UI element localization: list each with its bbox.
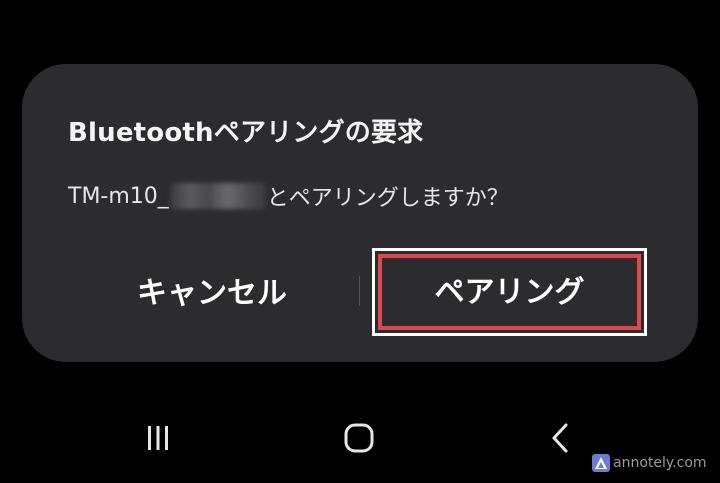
watermark-text: annotely.com xyxy=(613,455,707,471)
screen: Bluetoothペアリングの要求 TM-m10_ とペアリングしますか？ キャ… xyxy=(0,0,720,483)
message-question: とペアリングしますか？ xyxy=(266,186,509,211)
button-divider xyxy=(359,276,360,306)
recent-apps-icon xyxy=(148,426,168,450)
back-button[interactable] xyxy=(541,418,581,458)
dialog-title: Bluetoothペアリングの要求 xyxy=(68,118,424,148)
bluetooth-pairing-dialog: Bluetoothペアリングの要求 TM-m10_ とペアリングしますか？ キャ… xyxy=(22,64,698,362)
home-button[interactable] xyxy=(339,418,379,458)
device-name-prefix: TM-m10_ xyxy=(68,183,169,209)
annotely-logo-icon xyxy=(592,454,610,472)
redacted-device-id xyxy=(169,183,266,209)
watermark: annotely.com xyxy=(592,452,707,474)
recent-apps-button[interactable] xyxy=(138,418,178,458)
pair-button[interactable]: ペアリング xyxy=(382,260,637,324)
dialog-message: TM-m10_ とペアリングしますか？ xyxy=(68,180,509,212)
cancel-button[interactable]: キャンセル xyxy=(82,264,342,322)
back-icon xyxy=(552,423,568,453)
home-icon xyxy=(344,423,374,453)
